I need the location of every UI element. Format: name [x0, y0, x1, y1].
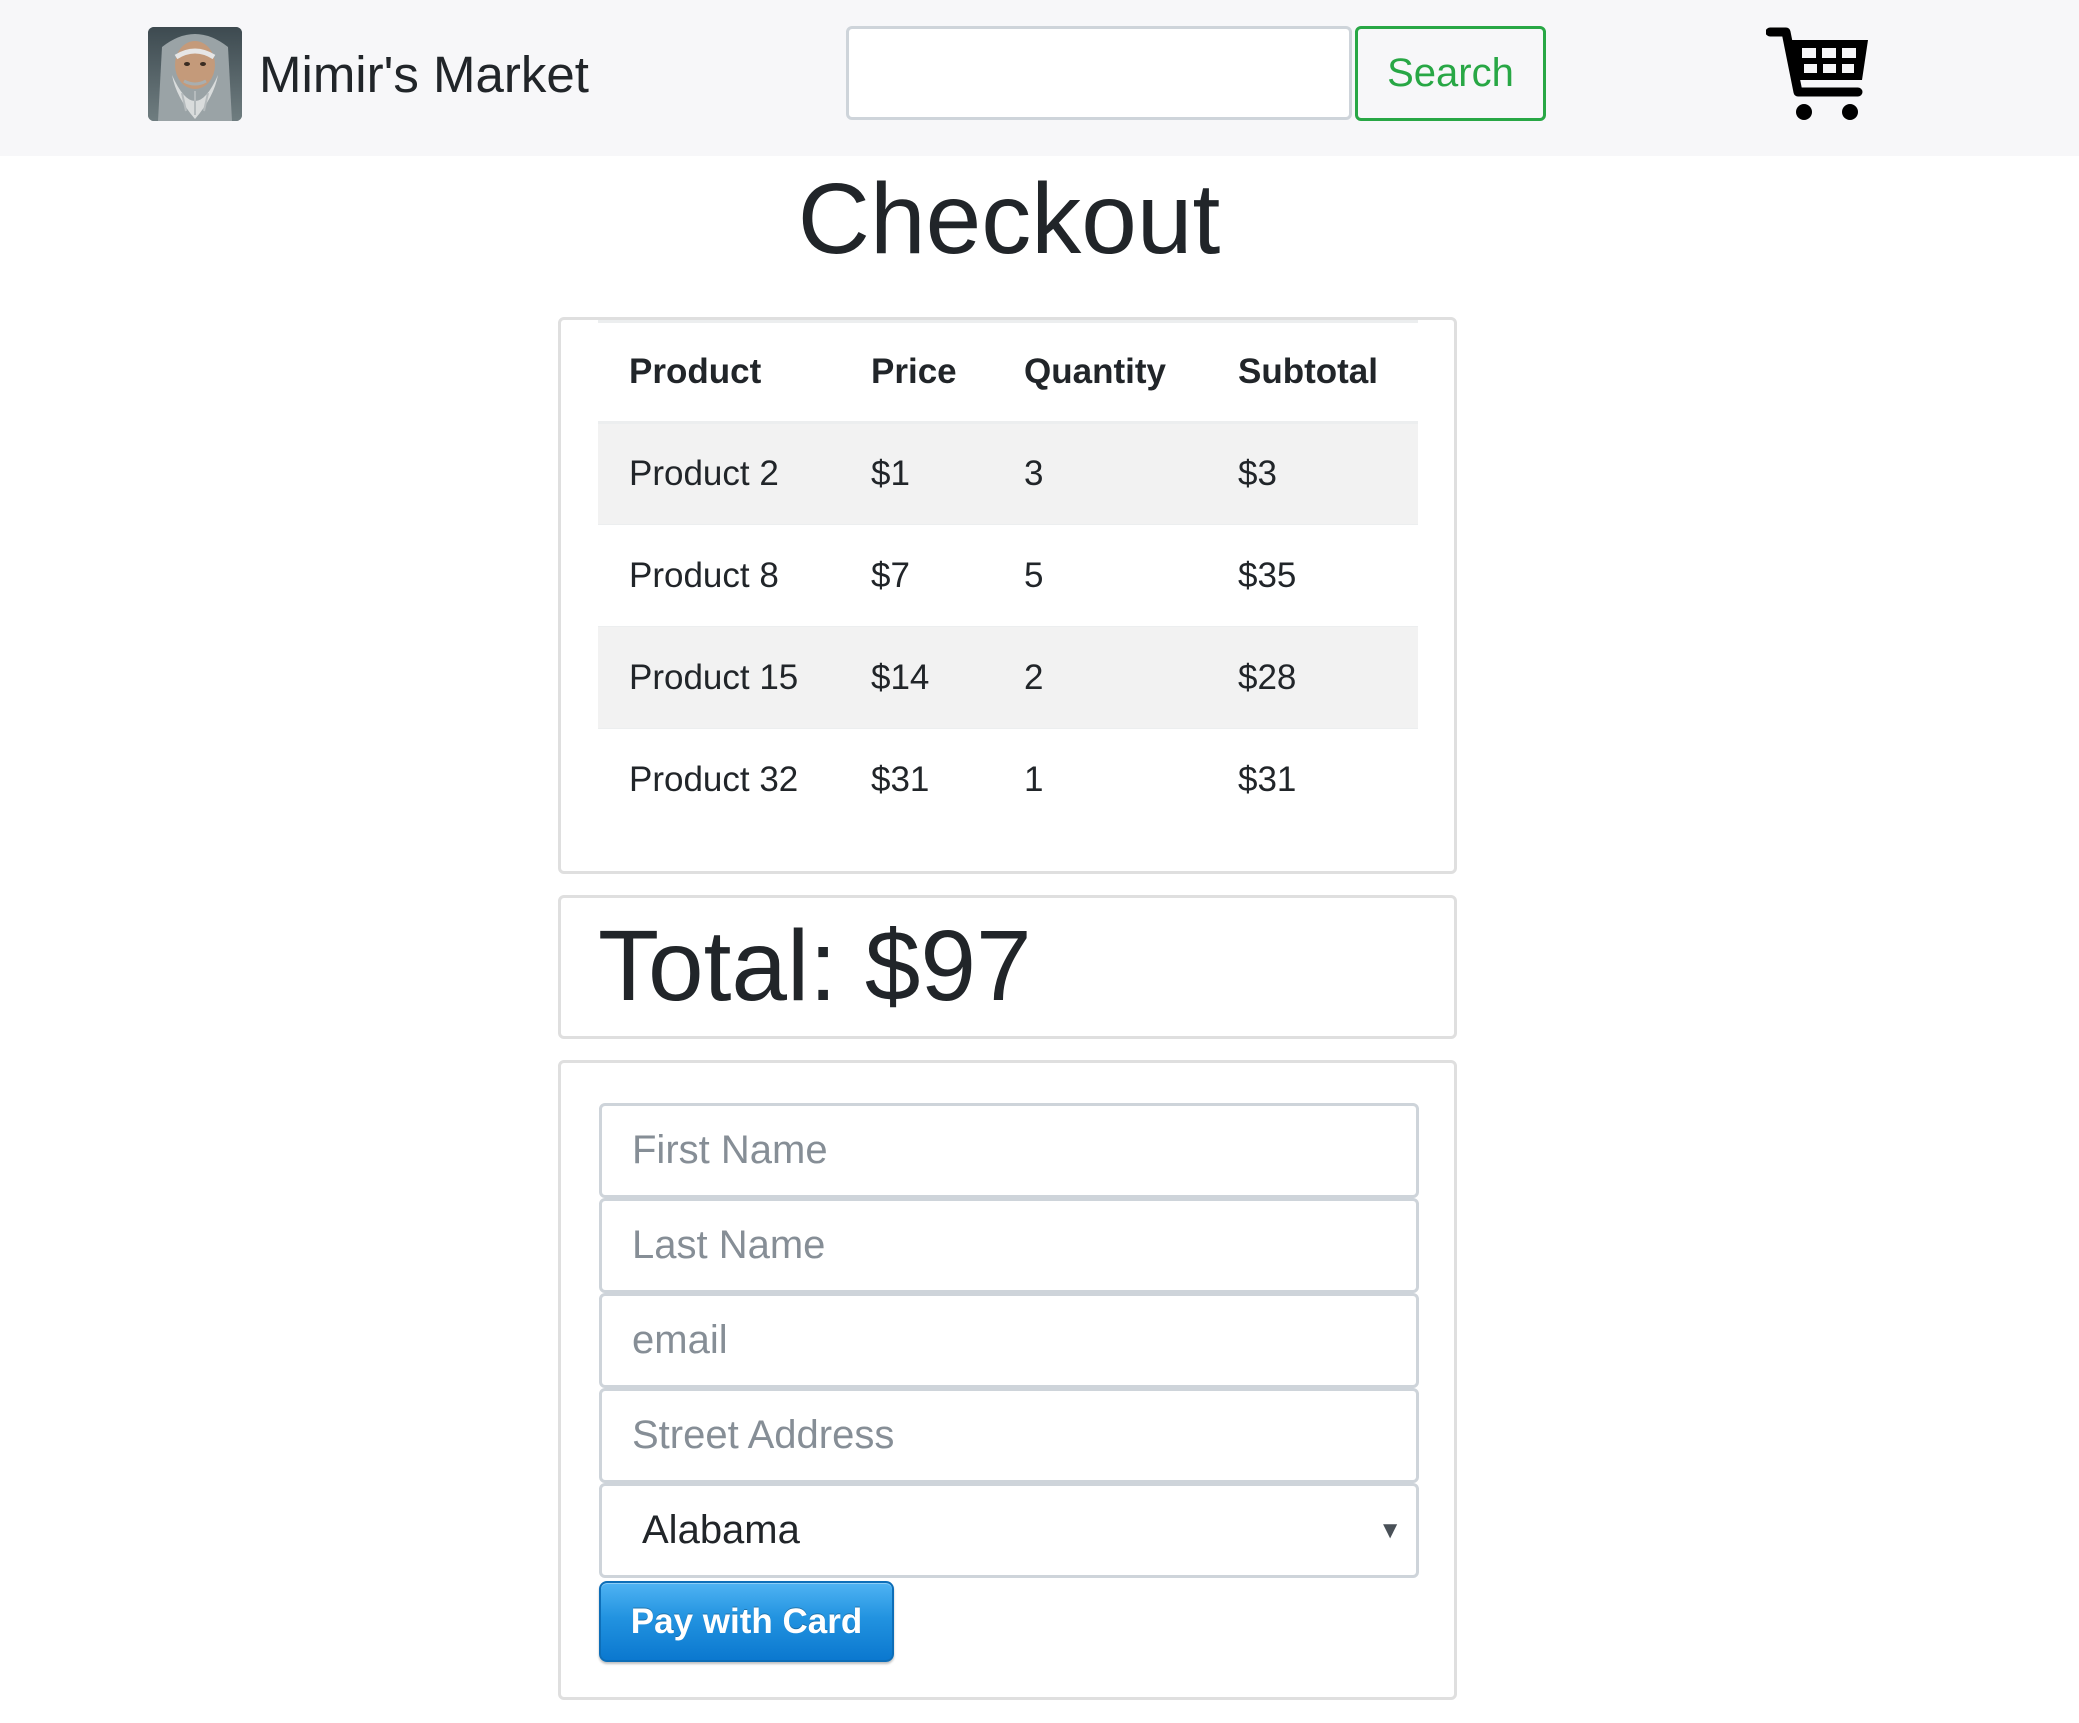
total-card: Total: $97	[558, 895, 1457, 1039]
state-selected-value: Alabama	[642, 1508, 800, 1552]
cell-subtotal: $35	[1207, 524, 1418, 627]
column-header-quantity: Quantity	[993, 321, 1207, 424]
caret-down-icon: ▼	[1378, 1517, 1402, 1544]
page-title: Checkout	[797, 163, 1221, 275]
cell-quantity: 5	[993, 524, 1207, 627]
cell-product: Product 2	[598, 422, 840, 525]
table-row: Product 32 $31 1 $31	[598, 728, 1418, 831]
email-field[interactable]	[599, 1293, 1419, 1388]
last-name-field[interactable]	[599, 1198, 1419, 1293]
cart-table: Product Price Quantity Subtotal Product …	[598, 320, 1418, 831]
navbar: Mimir's Market Search	[0, 0, 2079, 156]
order-total: Total: $97	[598, 910, 1032, 1022]
cell-product: Product 15	[598, 626, 840, 729]
cell-quantity: 3	[993, 422, 1207, 525]
first-name-field[interactable]	[599, 1103, 1419, 1198]
state-select[interactable]: Alabama ▼	[599, 1483, 1419, 1578]
column-header-product: Product	[598, 321, 840, 424]
search-button[interactable]: Search	[1355, 26, 1546, 121]
brand-name: Mimir's Market	[259, 45, 589, 103]
checkout-form: Alabama ▼ Pay with Card	[558, 1060, 1457, 1700]
cell-price: $1	[840, 422, 993, 525]
brand-link[interactable]: Mimir's Market	[148, 27, 589, 121]
cell-subtotal: $3	[1207, 422, 1418, 525]
cell-product: Product 32	[598, 728, 840, 831]
cell-price: $14	[840, 626, 993, 729]
cell-price: $7	[840, 524, 993, 627]
table-row: Product 2 $1 3 $3	[598, 422, 1418, 525]
search-input[interactable]	[846, 26, 1352, 120]
brand-logo	[148, 27, 242, 121]
cell-price: $31	[840, 728, 993, 831]
cart-card: Product Price Quantity Subtotal Product …	[558, 317, 1457, 874]
shopping-cart-icon[interactable]	[1765, 24, 1872, 124]
cell-quantity: 1	[993, 728, 1207, 831]
table-row: Product 8 $7 5 $35	[598, 524, 1418, 627]
street-address-field[interactable]	[599, 1388, 1419, 1483]
cell-product: Product 8	[598, 524, 840, 627]
cell-quantity: 2	[993, 626, 1207, 729]
table-row: Product 15 $14 2 $28	[598, 626, 1418, 729]
cell-subtotal: $31	[1207, 728, 1418, 831]
pay-with-card-button[interactable]: Pay with Card	[599, 1581, 894, 1662]
column-header-price: Price	[840, 321, 993, 424]
table-header-row: Product Price Quantity Subtotal	[598, 321, 1418, 424]
column-header-subtotal: Subtotal	[1207, 321, 1418, 424]
cell-subtotal: $28	[1207, 626, 1418, 729]
